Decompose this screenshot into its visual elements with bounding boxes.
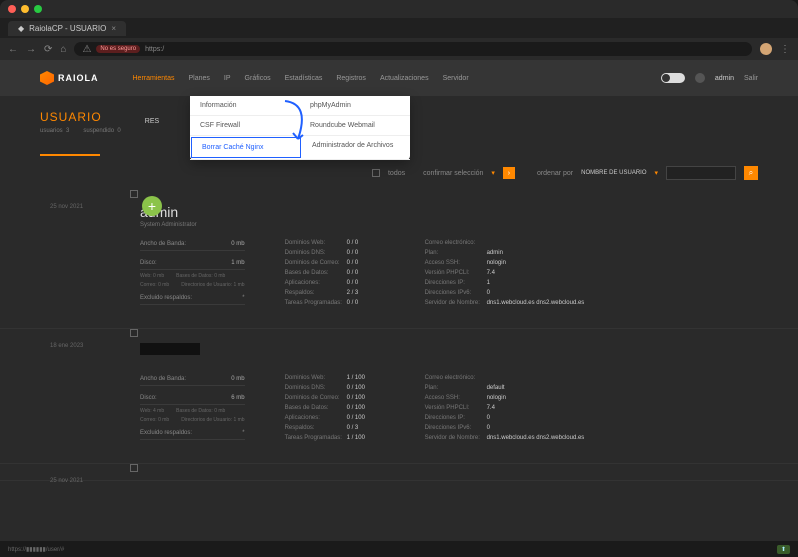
back-icon[interactable]: ← xyxy=(8,44,18,55)
dd-csf[interactable]: CSF Firewall xyxy=(190,116,300,135)
user-date: 25 nov 2021 xyxy=(50,204,83,210)
browser-toolbar: ← → ⟳ ⌂ ⚠ No es seguro https:/ ⋮ xyxy=(0,38,798,60)
status-url: https://▮▮▮▮▮▮/user/# xyxy=(8,546,64,553)
user-card: 25 nov 2021 xyxy=(0,464,798,481)
status-badge[interactable]: ⬆ xyxy=(777,545,790,554)
user-role xyxy=(140,357,758,363)
list-toolbar: todos confirmar selección ▾ › ordenar po… xyxy=(0,156,798,190)
select-all-checkbox[interactable] xyxy=(372,169,380,177)
tab-close-icon[interactable]: × xyxy=(111,24,116,33)
nav-planes[interactable]: Planes xyxy=(189,75,210,82)
macos-minimize[interactable] xyxy=(21,5,29,13)
reload-icon[interactable]: ⟳ xyxy=(44,44,52,55)
user-name[interactable] xyxy=(140,343,200,355)
nav-username[interactable]: admin xyxy=(715,75,734,82)
chevron-down-icon[interactable]: ▾ xyxy=(491,169,495,177)
status-bar: https://▮▮▮▮▮▮/user/# ⬆ xyxy=(0,541,798,557)
user-checkbox[interactable] xyxy=(130,329,138,337)
url-text: https:/ xyxy=(145,46,164,53)
tools-dropdown: Información phpMyAdmin CSF Firewall Roun… xyxy=(190,96,410,160)
ordenar-label: ordenar por xyxy=(537,170,573,177)
confirm-label[interactable]: confirmar selección xyxy=(423,170,483,177)
tab-favicon: ◆ xyxy=(18,24,24,33)
apply-button[interactable]: › xyxy=(503,167,515,179)
nav-herramientas[interactable]: Herramientas xyxy=(133,75,175,82)
nav-servidor[interactable]: Servidor xyxy=(443,75,469,82)
todos-label[interactable]: todos xyxy=(388,170,405,177)
v-excl: * xyxy=(242,295,244,301)
menu-icon[interactable]: ⋮ xyxy=(780,44,790,55)
sort-field[interactable]: NOMBRE DE USUARIO xyxy=(581,170,646,176)
profile-avatar[interactable] xyxy=(760,43,772,55)
tab-title: RaiolaCP - USUARIO xyxy=(29,24,106,33)
dd-informacion[interactable]: Información xyxy=(190,96,300,115)
user-icon[interactable] xyxy=(695,73,705,83)
stat-susp-label: suspendido xyxy=(83,128,114,134)
dd-roundcube[interactable]: Roundcube Webmail xyxy=(300,116,410,135)
nav-ip[interactable]: IP xyxy=(224,75,231,82)
stat-usuarios-label: usuarios xyxy=(40,128,63,134)
lock-icon: ⚠ xyxy=(82,44,91,55)
dd-filemanager[interactable]: Administrador de Archivos xyxy=(302,136,410,159)
stat-usuarios-value: 3 xyxy=(66,128,69,134)
logo-text: RAIOLA xyxy=(58,73,99,83)
user-date: 18 ene 2023 xyxy=(50,343,83,349)
browser-tabstrip: ◆ RaiolaCP - USUARIO × xyxy=(0,18,798,38)
v-disco: 1 mb xyxy=(231,260,244,266)
user-role: System Administrator xyxy=(140,222,758,228)
logo[interactable]: RAIOLA xyxy=(40,71,99,85)
insecure-badge: No es seguro xyxy=(96,45,140,53)
tab-res[interactable]: RES xyxy=(145,118,159,129)
browser-tab[interactable]: ◆ RaiolaCP - USUARIO × xyxy=(8,21,126,36)
user-checkbox[interactable] xyxy=(130,190,138,198)
v-ancho: 0 mb xyxy=(231,241,244,247)
user-card: 25 nov 2021 admin System Administrator A… xyxy=(0,190,798,329)
macos-maximize[interactable] xyxy=(34,5,42,13)
nav-estadisticas[interactable]: Estadísticas xyxy=(285,75,323,82)
l-ancho: Ancho de Banda: xyxy=(140,241,186,247)
nav-actualizaciones[interactable]: Actualizaciones xyxy=(380,75,429,82)
stat-susp-value: 0 xyxy=(117,128,120,134)
user-name[interactable]: admin xyxy=(140,204,758,220)
sort-chevron-icon[interactable]: ▾ xyxy=(654,169,658,177)
home-icon[interactable]: ⌂ xyxy=(60,44,66,55)
nav-graficos[interactable]: Gráficos xyxy=(245,75,271,82)
nav-registros[interactable]: Registros xyxy=(336,75,366,82)
dd-borrar-cache[interactable]: Borrar Caché Nginx xyxy=(191,137,301,158)
macos-titlebar xyxy=(0,0,798,18)
app-root: RAIOLA Herramientas Planes IP Gráficos E… xyxy=(0,60,798,557)
user-date: 25 nov 2021 xyxy=(50,478,83,484)
nav-logout[interactable]: Salir xyxy=(744,75,758,82)
user-card: 18 ene 2023 Ancho de Banda:0 mb Disco:6 … xyxy=(0,329,798,464)
page-title: USUARIO xyxy=(40,110,121,124)
macos-close[interactable] xyxy=(8,5,16,13)
address-bar[interactable]: ⚠ No es seguro https:/ xyxy=(74,42,752,56)
search-button[interactable]: ⌕ xyxy=(744,166,758,180)
forward-icon[interactable]: → xyxy=(26,44,36,55)
add-user-button[interactable]: + xyxy=(142,196,162,216)
l-disco: Disco: xyxy=(140,260,157,266)
logo-icon xyxy=(40,71,54,85)
user-checkbox[interactable] xyxy=(130,464,138,472)
theme-toggle[interactable] xyxy=(661,73,685,83)
dd-phpmyadmin[interactable]: phpMyAdmin xyxy=(300,96,410,115)
top-nav: RAIOLA Herramientas Planes IP Gráficos E… xyxy=(0,60,798,96)
search-input[interactable] xyxy=(666,166,736,180)
l-excl: Excluido respaldos: xyxy=(140,295,192,301)
